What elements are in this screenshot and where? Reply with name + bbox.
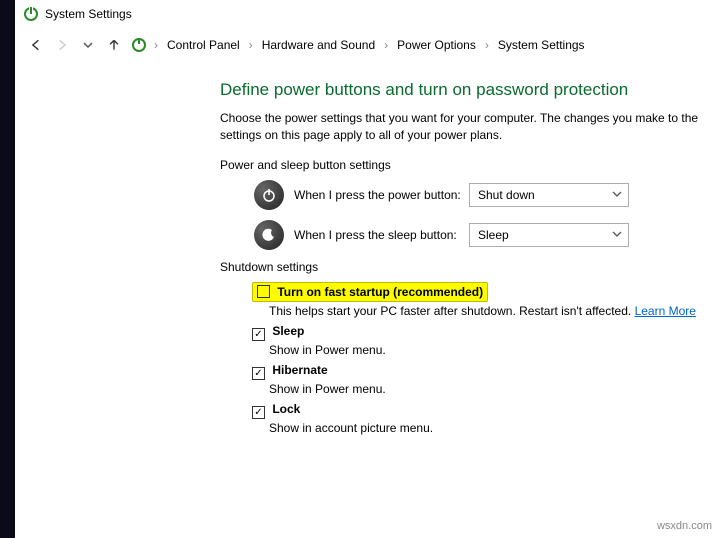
history-dropdown-button[interactable] [75, 32, 101, 58]
crumb-control-panel[interactable]: Control Panel [163, 36, 244, 54]
dropdown-value: Shut down [478, 188, 535, 202]
titlebar: System Settings [15, 0, 720, 28]
power-options-icon [23, 6, 39, 22]
sleep-checkbox[interactable]: ✓ [252, 328, 265, 341]
sleep-button-row: When I press the sleep button: Sleep [254, 220, 720, 250]
chevron-right-icon[interactable]: › [246, 38, 256, 52]
power-icon [254, 180, 284, 210]
chevron-right-icon[interactable]: › [151, 38, 161, 52]
forward-button[interactable] [49, 32, 75, 58]
crumb-system-settings[interactable]: System Settings [494, 36, 589, 54]
highlight-annotation: Turn on fast startup (recommended) [252, 282, 488, 302]
fast-startup-label: Turn on fast startup (recommended) [277, 285, 483, 299]
watermark: wsxdn.com [657, 520, 712, 532]
lock-label: Lock [272, 402, 300, 416]
lock-checkbox[interactable]: ✓ [252, 406, 265, 419]
hibernate-row: ✓ Hibernate [252, 363, 720, 380]
sleep-label: Sleep [272, 324, 304, 338]
window-title: System Settings [45, 7, 132, 21]
desktop-strip [0, 0, 15, 538]
shutdown-heading: Shutdown settings [220, 260, 720, 274]
crumb-power-options[interactable]: Power Options [393, 36, 480, 54]
chevron-down-icon [612, 188, 622, 202]
page-title: Define power buttons and turn on passwor… [220, 80, 720, 100]
crumb-hardware-sound[interactable]: Hardware and Sound [258, 36, 379, 54]
sleep-button-label: When I press the sleep button: [294, 228, 469, 242]
power-sleep-heading: Power and sleep button settings [220, 158, 720, 172]
hibernate-desc: Show in Power menu. [269, 382, 720, 396]
sleep-icon [254, 220, 284, 250]
power-options-icon [131, 37, 147, 53]
page-description: Choose the power settings that you want … [220, 110, 720, 144]
chevron-down-icon [612, 228, 622, 242]
lock-desc: Show in account picture menu. [269, 421, 720, 435]
hibernate-checkbox[interactable]: ✓ [252, 367, 265, 380]
main-content: Define power buttons and turn on passwor… [15, 62, 720, 435]
fast-startup-desc: This helps start your PC faster after sh… [269, 304, 720, 318]
sleep-desc: Show in Power menu. [269, 343, 720, 357]
navigation-bar: › Control Panel › Hardware and Sound › P… [15, 28, 720, 62]
fast-startup-checkbox[interactable] [257, 285, 270, 298]
power-button-row: When I press the power button: Shut down [254, 180, 720, 210]
power-button-dropdown[interactable]: Shut down [469, 183, 629, 207]
hibernate-label: Hibernate [272, 363, 327, 377]
dropdown-value: Sleep [478, 228, 509, 242]
lock-row: ✓ Lock [252, 402, 720, 419]
sleep-button-dropdown[interactable]: Sleep [469, 223, 629, 247]
up-button[interactable] [101, 32, 127, 58]
chevron-right-icon[interactable]: › [381, 38, 391, 52]
chevron-right-icon[interactable]: › [482, 38, 492, 52]
shutdown-settings-group: Turn on fast startup (recommended) This … [220, 282, 720, 435]
power-button-label: When I press the power button: [294, 188, 469, 202]
sleep-row: ✓ Sleep [252, 324, 720, 341]
breadcrumb[interactable]: › Control Panel › Hardware and Sound › P… [131, 36, 589, 54]
system-settings-window: System Settings › Control Panel › Hardwa… [15, 0, 720, 538]
back-button[interactable] [23, 32, 49, 58]
fast-startup-row: Turn on fast startup (recommended) [252, 282, 720, 302]
learn-more-link[interactable]: Learn More [635, 304, 696, 318]
